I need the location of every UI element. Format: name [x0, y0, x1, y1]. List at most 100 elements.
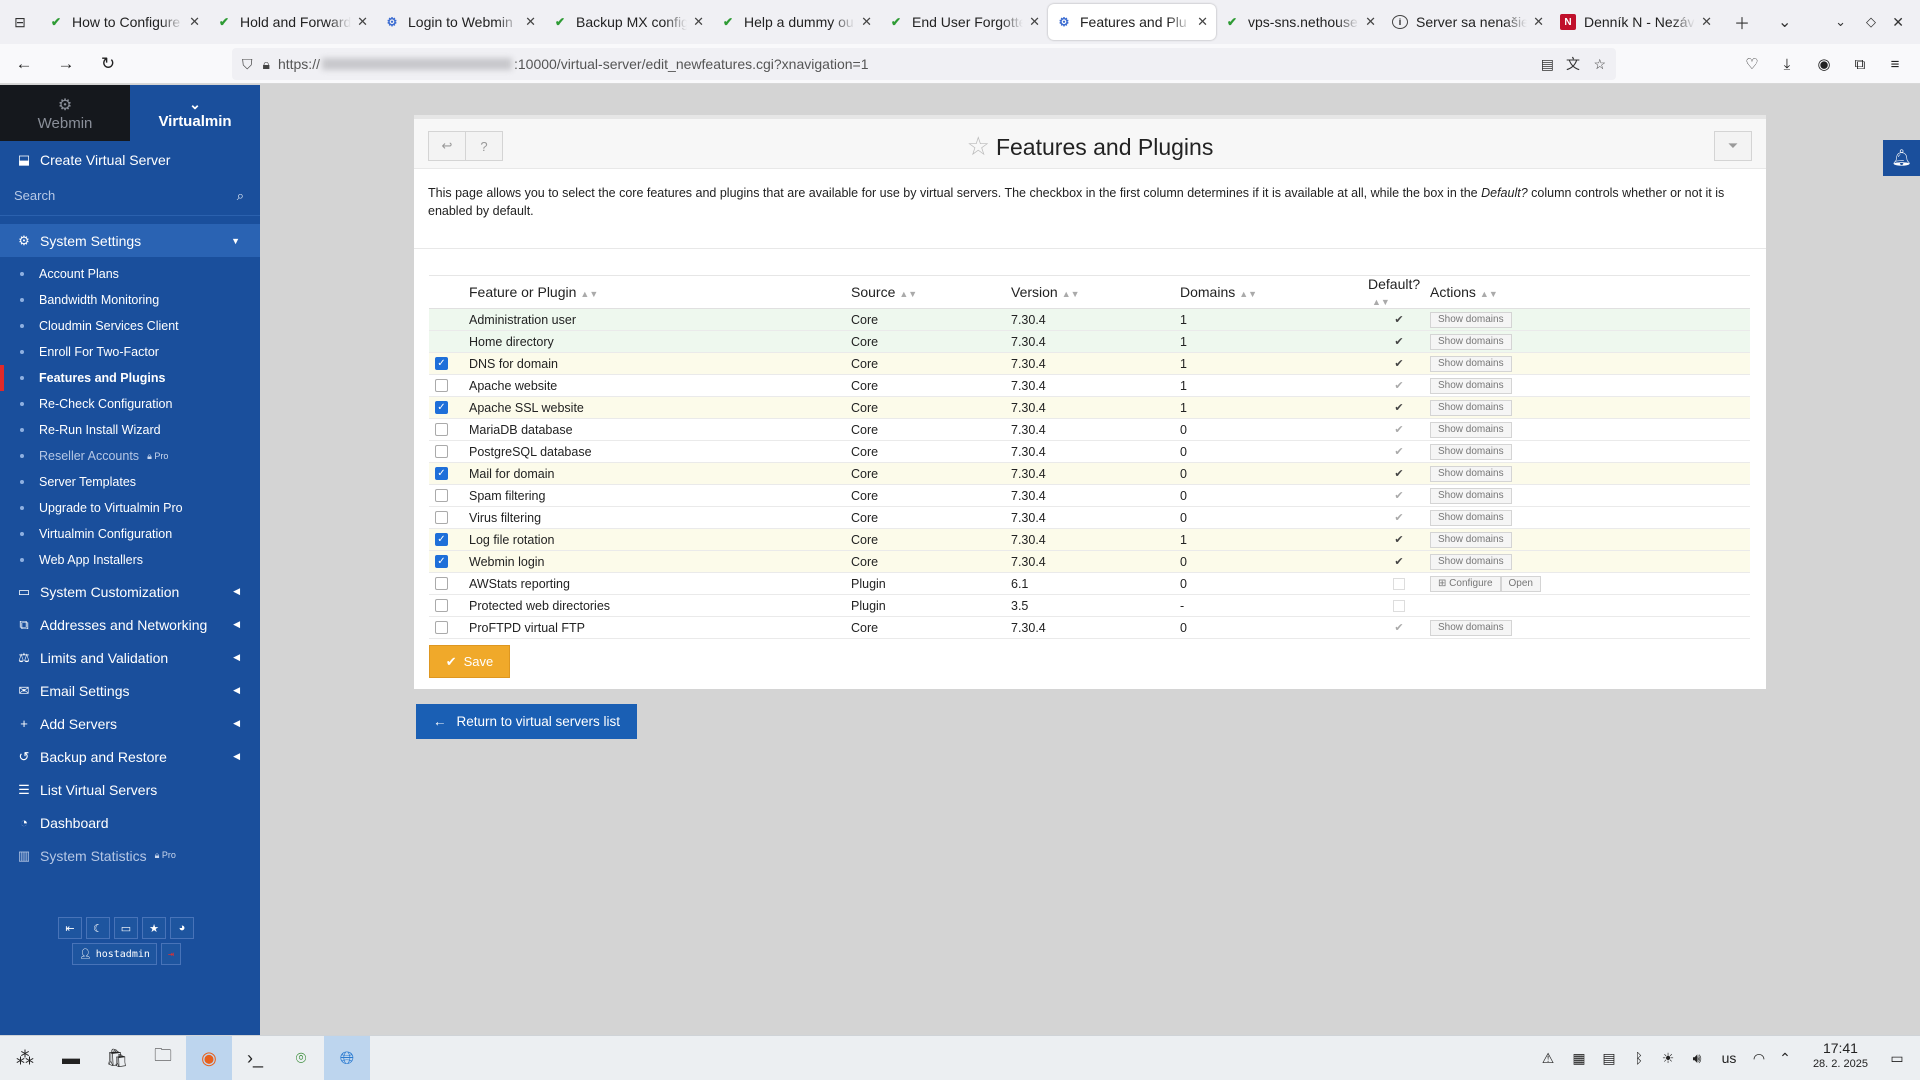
- favorite-star-icon[interactable]: ☆: [967, 131, 990, 161]
- browser-tab[interactable]: ⚙ Login to Webmin ✕: [376, 4, 544, 40]
- discover-store-icon[interactable]: 🛍︎: [94, 1036, 140, 1080]
- default-checkbox[interactable]: ✔: [1368, 489, 1430, 502]
- brightness-icon[interactable]: ☀: [1655, 1036, 1681, 1080]
- sidebar-subitem[interactable]: Cloudmin Services Client: [0, 313, 260, 339]
- close-tab-icon[interactable]: ✕: [1365, 14, 1376, 30]
- close-tab-icon[interactable]: ✕: [693, 14, 704, 30]
- feature-checkbox[interactable]: ✓: [435, 467, 448, 480]
- show-domains-button[interactable]: Show domains: [1430, 532, 1512, 548]
- sidebar-subitem[interactable]: Bandwidth Monitoring: [0, 287, 260, 313]
- sidebar-subitem[interactable]: Web App Installers: [0, 547, 260, 573]
- browser-tab[interactable]: ✔ vps-sns.nethouse ✕: [1216, 4, 1384, 40]
- feature-checkbox[interactable]: ✓: [435, 401, 448, 414]
- theme-palette-icon[interactable]: ◕: [170, 917, 194, 939]
- default-checkbox[interactable]: [1393, 599, 1405, 612]
- close-tab-icon[interactable]: ✕: [189, 14, 200, 30]
- column-header[interactable]: Source ▲▼: [851, 275, 1011, 309]
- column-header[interactable]: Version ▲▼: [1011, 275, 1180, 309]
- sidebar-section[interactable]: ⚖ Limits and Validation ◀: [0, 641, 260, 674]
- pocket-icon[interactable]: ♡: [1736, 48, 1768, 80]
- default-checkbox[interactable]: ✔: [1368, 401, 1430, 414]
- logout-icon[interactable]: ⇥: [160, 943, 181, 965]
- show-domains-button[interactable]: Show domains: [1430, 620, 1512, 636]
- sidebar-subitem[interactable]: Enroll For Two-Factor: [0, 339, 260, 365]
- clipboard-icon[interactable]: ▦: [1566, 1036, 1592, 1080]
- webmin-switch[interactable]: ⚙ Webmin: [0, 85, 130, 141]
- show-domains-button[interactable]: Show domains: [1430, 510, 1512, 526]
- close-tab-icon[interactable]: ✕: [1533, 14, 1544, 30]
- sidebar-search-input[interactable]: Search ⌕: [0, 176, 260, 216]
- klipper-icon[interactable]: ▤: [1596, 1036, 1622, 1080]
- default-checkbox[interactable]: ✔: [1368, 467, 1430, 480]
- configure-button[interactable]: ⊞ Configure: [1430, 576, 1501, 592]
- default-checkbox[interactable]: ✔: [1368, 533, 1430, 546]
- feature-checkbox[interactable]: [435, 489, 448, 502]
- sidebar-section[interactable]: ↺ Backup and Restore ◀: [0, 740, 260, 773]
- sidebar-subitem[interactable]: Re-Run Install Wizard: [0, 417, 260, 443]
- column-header[interactable]: Actions ▲▼: [1430, 275, 1750, 309]
- sidebar-section[interactable]: ⧉ Addresses and Networking ◀: [0, 608, 260, 641]
- browser-tab[interactable]: ✔ End User Forgotte ✕: [880, 4, 1048, 40]
- close-tab-icon[interactable]: ✕: [1197, 14, 1208, 30]
- virtualmin-switch[interactable]: ⌄ Virtualmin: [130, 85, 260, 141]
- default-checkbox[interactable]: ✔: [1368, 423, 1430, 436]
- konsole-terminal-icon[interactable]: ›_: [232, 1036, 278, 1080]
- downloads-icon[interactable]: ⤓: [1771, 48, 1803, 80]
- sidebar-section[interactable]: + Add Servers ◀: [0, 707, 260, 740]
- sidebar-subitem[interactable]: Upgrade to Virtualmin Pro: [0, 495, 260, 521]
- default-checkbox[interactable]: ✔: [1368, 555, 1430, 568]
- browser-tab[interactable]: ⚙ Features and Plu ✕: [1048, 4, 1216, 40]
- show-domains-button[interactable]: Show domains: [1430, 422, 1512, 438]
- show-domains-button[interactable]: Show domains: [1430, 334, 1512, 350]
- new-tab-button[interactable]: ＋: [1734, 0, 1750, 44]
- close-tab-icon[interactable]: ✕: [1701, 14, 1712, 30]
- search-icon[interactable]: ⌕: [237, 188, 244, 204]
- close-tab-icon[interactable]: ✕: [861, 14, 872, 30]
- system-settings-icon[interactable]: ▬: [48, 1036, 94, 1080]
- browser-tab[interactable]: N Denník N - Nezáv ✕: [1552, 4, 1720, 40]
- show-domains-button[interactable]: Show domains: [1430, 488, 1512, 504]
- minimize-icon[interactable]: ⌄: [1835, 0, 1846, 44]
- network-globe-icon[interactable]: 🌐︎: [324, 1036, 370, 1080]
- feature-checkbox[interactable]: [435, 511, 448, 524]
- sidebar-subitem[interactable]: Virtualmin Configuration: [0, 521, 260, 547]
- close-tab-icon[interactable]: ✕: [1029, 14, 1040, 30]
- show-domains-button[interactable]: Show domains: [1430, 312, 1512, 328]
- show-domains-button[interactable]: Show domains: [1430, 554, 1512, 570]
- extensions-icon[interactable]: ⧉: [1844, 48, 1876, 80]
- sidebar-subitem[interactable]: Re-Check Configuration: [0, 391, 260, 417]
- feature-checkbox[interactable]: ✓: [435, 555, 448, 568]
- reload-icon[interactable]: ↻: [92, 48, 124, 80]
- favorites-star-icon[interactable]: ★: [142, 917, 166, 939]
- sidebar-subitem[interactable]: Server Templates: [0, 469, 260, 495]
- default-checkbox[interactable]: ✔: [1368, 379, 1430, 392]
- open-button[interactable]: Open: [1500, 576, 1541, 592]
- bookmark-star-icon[interactable]: ☆: [1593, 56, 1606, 73]
- bluetooth-icon[interactable]: ᛒ: [1626, 1036, 1652, 1080]
- notification-icon[interactable]: ⚠: [1535, 1036, 1561, 1080]
- column-header[interactable]: Feature or Plugin ▲▼: [469, 275, 851, 309]
- firefox-icon[interactable]: ◉: [186, 1036, 232, 1080]
- show-domains-button[interactable]: Show domains: [1430, 444, 1512, 460]
- feature-checkbox[interactable]: [435, 379, 448, 392]
- clock[interactable]: 17:41 28. 2. 2025: [1813, 1040, 1868, 1072]
- feature-checkbox[interactable]: [435, 423, 448, 436]
- sidebar-subitem[interactable]: Reseller Accounts 🔒︎ Pro: [0, 443, 260, 469]
- notification-bell-icon[interactable]: 🔔︎: [1883, 140, 1920, 176]
- menu-icon[interactable]: ≡: [1879, 48, 1911, 80]
- restore-icon[interactable]: ◇: [1866, 0, 1876, 44]
- file-manager-icon[interactable]: 🗀: [140, 1036, 186, 1080]
- browser-tab[interactable]: ✔ Help a dummy ou ✕: [712, 4, 880, 40]
- filter-button[interactable]: ⏷: [1714, 131, 1752, 161]
- default-checkbox[interactable]: ✔: [1368, 621, 1430, 634]
- night-mode-icon[interactable]: ☾: [86, 917, 110, 939]
- default-checkbox[interactable]: ✔: [1368, 335, 1430, 348]
- default-checkbox[interactable]: ✔: [1368, 313, 1430, 326]
- default-checkbox[interactable]: ✔: [1368, 357, 1430, 370]
- tab-overview-icon[interactable]: ⊟: [0, 0, 40, 44]
- close-tab-icon[interactable]: ✕: [357, 14, 368, 30]
- keepassxc-icon[interactable]: ⌾: [278, 1036, 324, 1080]
- show-domains-button[interactable]: Show domains: [1430, 466, 1512, 482]
- browser-tab[interactable]: i Server sa nenašie ✕: [1384, 4, 1552, 40]
- default-checkbox[interactable]: [1393, 577, 1405, 590]
